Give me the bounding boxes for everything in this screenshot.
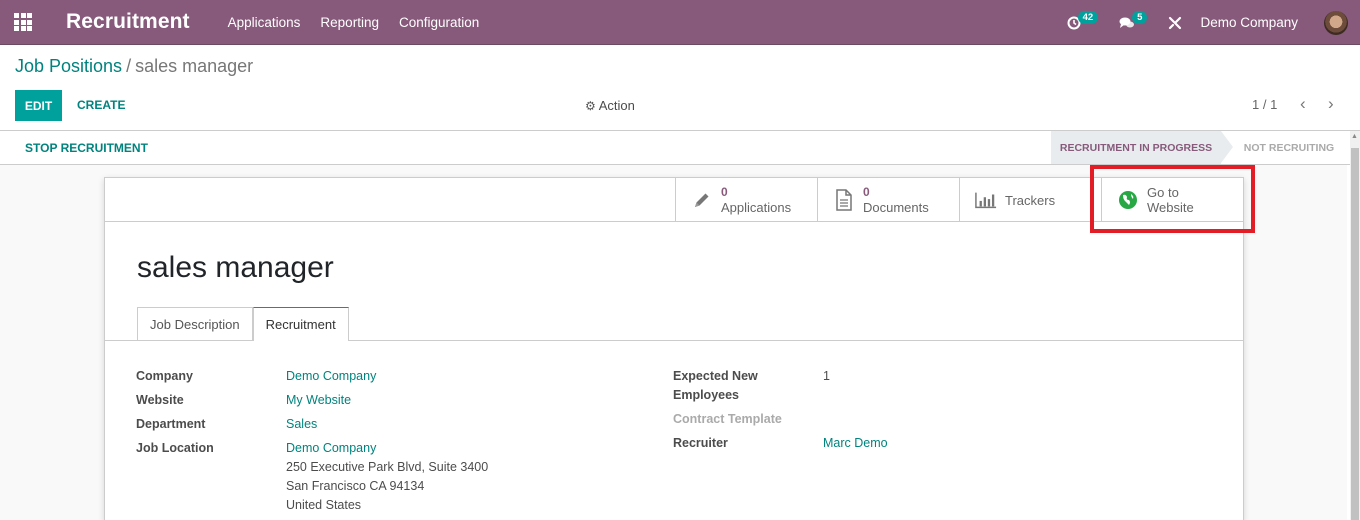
user-avatar[interactable] bbox=[1324, 10, 1348, 35]
stage-recruitment-in-progress[interactable]: RECRUITMENT IN PROGRESS bbox=[1051, 131, 1233, 164]
job-location-label: Job Location bbox=[136, 441, 214, 455]
applications-smart-button[interactable]: 0 Applications bbox=[675, 178, 817, 222]
status-bar: STOP RECRUITMENT RECRUITMENT IN PROGRESS… bbox=[0, 130, 1360, 165]
gear-icon: ⚙ bbox=[585, 98, 596, 113]
documents-count: 0 bbox=[863, 185, 870, 199]
job-location-city: San Francisco CA 94134 bbox=[286, 479, 425, 493]
pager-next-icon[interactable]: › bbox=[1328, 94, 1334, 114]
form-sheet: 0 Applications 0 Documents Trackers Go t… bbox=[104, 177, 1244, 520]
top-navbar: Recruitment Applications Reporting Confi… bbox=[0, 0, 1360, 45]
company-value[interactable]: Demo Company bbox=[286, 367, 376, 386]
expected-employees-label-line1: Expected New bbox=[673, 369, 758, 383]
activities-button[interactable]: 42 bbox=[1067, 11, 1102, 30]
globe-icon bbox=[1117, 190, 1139, 210]
breadcrumb-current: sales manager bbox=[135, 56, 254, 76]
message-count-badge: 5 bbox=[1132, 11, 1148, 24]
scrollbar-thumb[interactable] bbox=[1351, 148, 1359, 520]
job-location-street: 250 Executive Park Blvd, Suite 3400 bbox=[286, 460, 489, 474]
stage-not-recruiting[interactable]: NOT RECRUITING bbox=[1236, 131, 1342, 164]
contract-template-label: Contract Template bbox=[673, 412, 782, 426]
scroll-up-arrow-icon[interactable]: ▲ bbox=[1351, 133, 1358, 140]
stop-recruitment-button[interactable]: STOP RECRUITMENT bbox=[25, 141, 148, 155]
company-switcher[interactable]: Demo Company bbox=[1200, 15, 1298, 30]
bar-chart-icon bbox=[975, 191, 997, 209]
documents-smart-button[interactable]: 0 Documents bbox=[817, 178, 959, 222]
job-location-country: United States bbox=[286, 498, 362, 512]
pager-value[interactable]: 1 / 1 bbox=[1252, 97, 1277, 112]
go-to-website-smart-button[interactable]: Go to Website bbox=[1101, 178, 1243, 222]
breadcrumb-job-positions[interactable]: Job Positions bbox=[15, 56, 122, 76]
menu-applications[interactable]: Applications bbox=[228, 15, 301, 30]
document-icon bbox=[833, 189, 855, 211]
tab-recruitment[interactable]: Recruitment bbox=[252, 307, 349, 341]
department-label: Department bbox=[136, 417, 206, 431]
action-dropdown[interactable]: ⚙ Action bbox=[585, 98, 635, 113]
recruiter-value[interactable]: Marc Demo bbox=[823, 434, 888, 453]
job-location-name[interactable]: Demo Company bbox=[286, 439, 376, 458]
expected-employees-value[interactable]: 1 bbox=[823, 367, 830, 386]
pencil-icon bbox=[691, 190, 713, 210]
company-label: Company bbox=[136, 369, 193, 383]
app-title: Recruitment bbox=[66, 10, 190, 33]
applications-label: Applications bbox=[721, 200, 792, 215]
applications-count: 0 bbox=[721, 185, 728, 199]
trackers-smart-button[interactable]: Trackers bbox=[959, 178, 1101, 222]
breadcrumb: Job Positions / sales manager bbox=[15, 56, 253, 77]
website-label: Website bbox=[1147, 200, 1194, 215]
recruiter-label: Recruiter bbox=[673, 436, 728, 450]
job-title: sales manager bbox=[137, 251, 334, 284]
smart-button-box: 0 Applications 0 Documents Trackers Go t… bbox=[105, 178, 1243, 222]
action-label: Action bbox=[598, 98, 635, 113]
apps-menu-icon[interactable] bbox=[0, 0, 46, 45]
pager-previous-icon[interactable]: ‹ bbox=[1300, 94, 1306, 114]
website-value[interactable]: My Website bbox=[286, 391, 351, 410]
website-field-label: Website bbox=[136, 393, 184, 407]
expected-employees-label-line2: Employees bbox=[673, 388, 740, 402]
create-button[interactable]: CREATE bbox=[77, 98, 125, 112]
breadcrumb-separator: / bbox=[126, 56, 132, 76]
tools-icon bbox=[1169, 16, 1182, 29]
trackers-label: Trackers bbox=[1005, 192, 1056, 208]
go-to-label: Go to bbox=[1147, 185, 1179, 200]
documents-label: Documents bbox=[863, 200, 929, 215]
edit-button[interactable]: EDIT bbox=[15, 90, 62, 121]
tab-job-description[interactable]: Job Description bbox=[137, 307, 253, 340]
menu-reporting[interactable]: Reporting bbox=[320, 15, 379, 30]
department-value[interactable]: Sales bbox=[286, 415, 317, 434]
menu-configuration[interactable]: Configuration bbox=[399, 15, 479, 30]
activity-count-badge: 42 bbox=[1077, 11, 1099, 24]
notebook-tabs: Job Description Recruitment bbox=[137, 307, 349, 341]
debug-tools-button[interactable] bbox=[1168, 16, 1182, 30]
messages-button[interactable]: 5 bbox=[1119, 11, 1150, 30]
